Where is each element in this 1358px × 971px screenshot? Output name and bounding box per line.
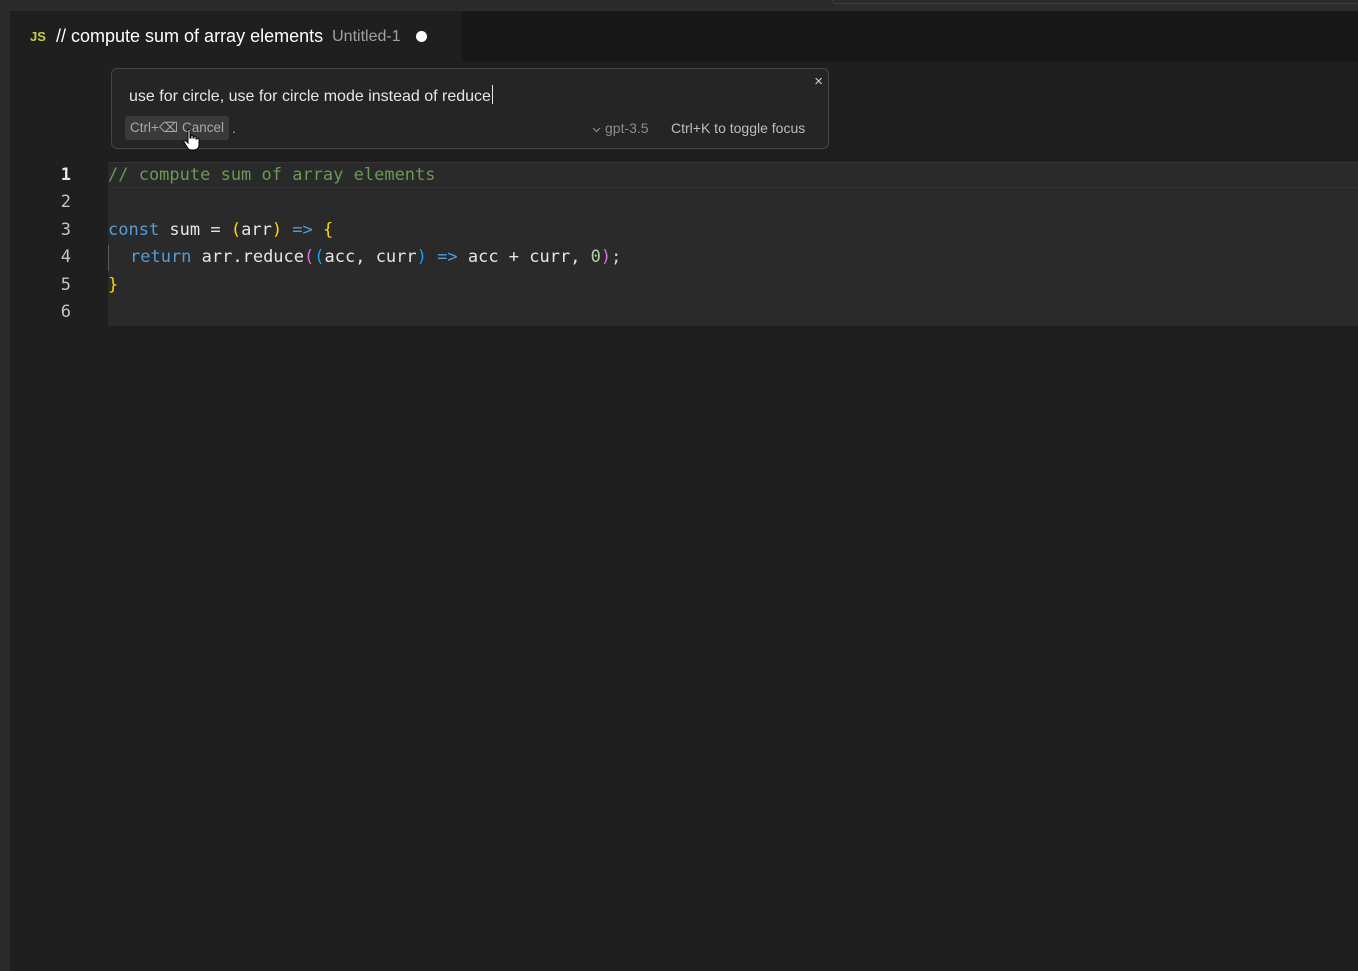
arrow-token: => — [426, 247, 468, 268]
bracket-token: ) — [271, 219, 283, 240]
arrow-token: => — [282, 219, 324, 240]
line-number: 6 — [60, 302, 71, 322]
cancel-button[interactable]: Ctrl+⌫ Cancel — [125, 116, 229, 140]
code-line-3: const sum = (arr) => { — [108, 217, 333, 244]
call-token: arr.reduce — [191, 247, 305, 268]
bracket-token: ) — [416, 247, 427, 268]
bracket-token: ) — [600, 247, 612, 268]
keyword-token: const — [108, 219, 160, 240]
unsaved-dot-icon[interactable] — [415, 31, 427, 42]
args-token: acc, curr — [324, 247, 417, 268]
keyword-token: return — [130, 247, 192, 268]
code-line-4: return arr.reduce((acc, curr) => acc + c… — [130, 244, 621, 271]
bracket-token: } — [108, 274, 119, 295]
line-number: 3 — [60, 219, 71, 240]
line-number: 2 — [60, 192, 71, 213]
expr-token: acc + curr, — [467, 247, 591, 268]
prompt-text: use for circle, use for circle mode inst… — [129, 88, 491, 105]
text-caret — [491, 85, 493, 104]
code-line-5: } — [108, 272, 118, 299]
comment-token: // compute sum of array elements — [108, 165, 436, 185]
bracket-token: { — [323, 219, 334, 240]
prompt-input[interactable]: use for circle, use for circle mode inst… — [129, 85, 769, 107]
semicolon-token: ; — [611, 247, 622, 268]
close-icon[interactable]: × — [814, 72, 823, 92]
tab-description: Untitled-1 — [332, 27, 401, 45]
javascript-file-icon: JS — [30, 29, 46, 44]
code-line-1: // compute sum of array elements — [108, 162, 436, 189]
bracket-token: ( — [314, 247, 325, 268]
identifier-token: sum = — [159, 219, 231, 240]
line-number: 5 — [60, 274, 71, 295]
trailing-text: . — [232, 120, 236, 136]
model-dropdown[interactable]: gpt-3.5 — [592, 116, 649, 142]
bracket-token: ( — [230, 219, 242, 240]
bracket-token: ( — [304, 247, 315, 268]
editor-tab[interactable]: JS // compute sum of array elements Unti… — [10, 11, 462, 62]
param-token: arr — [241, 219, 272, 240]
toggle-focus-hint: Ctrl+K to toggle focus — [671, 120, 806, 136]
indent-guide — [108, 245, 109, 271]
activity-edge — [0, 0, 10, 971]
line-number: 1 — [60, 165, 71, 185]
model-name: gpt-3.5 — [605, 120, 649, 136]
cancel-shortcut: Ctrl+⌫ — [130, 120, 178, 135]
hand-pointer-icon — [183, 128, 200, 151]
number-token: 0 — [590, 247, 601, 268]
chevron-down-icon — [592, 118, 601, 142]
line-number: 4 — [60, 247, 71, 268]
inline-prompt-box: use for circle, use for circle mode inst… — [111, 68, 829, 149]
tab-title: // compute sum of array elements — [56, 26, 324, 46]
command-center[interactable] — [832, 0, 1358, 4]
